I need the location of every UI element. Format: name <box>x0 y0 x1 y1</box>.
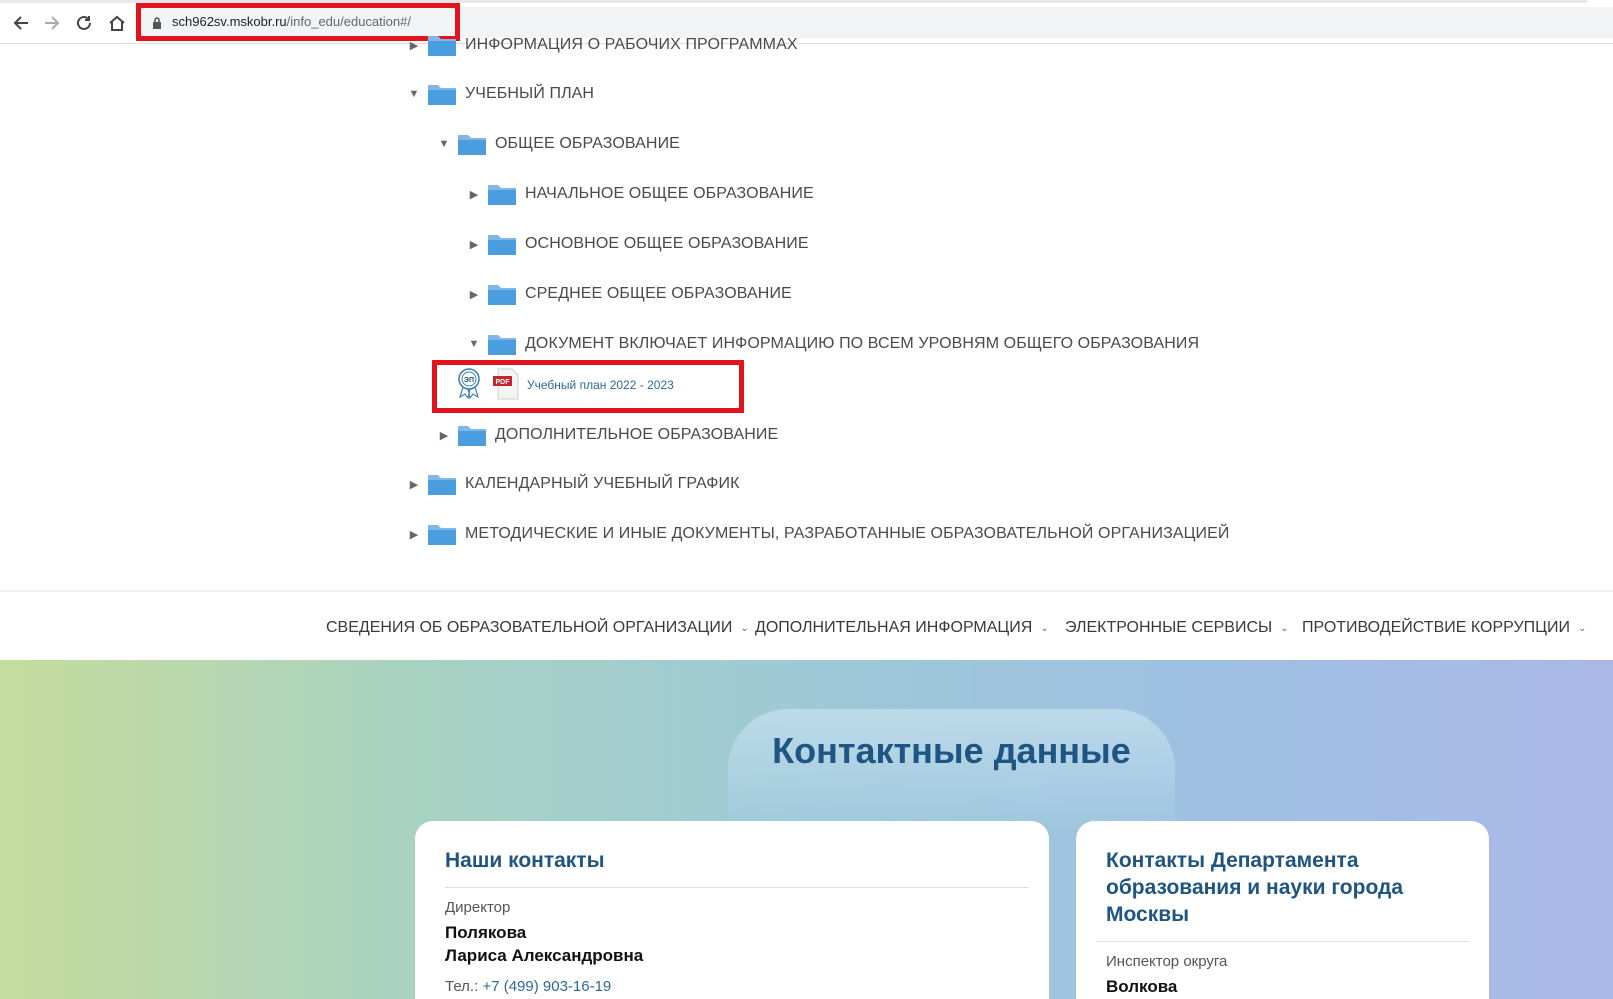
tree-node-label: ОСНОВНОЕ ОБЩЕЕ ОБРАЗОВАНИЕ <box>525 235 809 252</box>
contacts-heading: Контактные данные <box>772 730 1131 771</box>
divider <box>445 887 1029 888</box>
our-contacts-card: Наши контакты Директор Полякова Лариса А… <box>415 821 1049 999</box>
contact-phone: Тел.: +7 (499) 903-16-19 <box>445 978 612 995</box>
tree-node-additional-education[interactable]: ▶ ДОПОЛНИТЕЛЬНОЕ ОБРАЗОВАНИЕ <box>437 420 778 450</box>
card-title-line: Контакты Департамента <box>1106 849 1359 872</box>
folder-icon <box>458 426 486 446</box>
expand-triangle-icon[interactable]: ▶ <box>467 237 481 251</box>
footer-navigation: СВЕДЕНИЯ ОБ ОБРАЗОВАТЕЛЬНОЙ ОРГАНИЗАЦИИ ⌄… <box>0 590 1613 662</box>
expand-triangle-icon[interactable]: ▶ <box>467 287 481 301</box>
tree-node-basic-education[interactable]: ▶ ОСНОВНОЕ ОБЩЕЕ ОБРАЗОВАНИЕ <box>467 229 809 259</box>
folder-icon <box>428 85 456 105</box>
folder-icon <box>488 235 516 255</box>
menu-additional-info[interactable]: ДОПОЛНИТЕЛЬНАЯ ИНФОРМАЦИЯ ⌄ <box>755 619 1049 637</box>
expand-triangle-icon[interactable]: ▶ <box>467 187 481 201</box>
divider <box>1096 941 1469 942</box>
expand-triangle-icon[interactable]: ▶ <box>407 38 421 52</box>
phone-link[interactable]: +7 (499) 903-16-19 <box>482 978 611 995</box>
tree-node-secondary-education[interactable]: ▶ СРЕДНЕЕ ОБЩЕЕ ОБРАЗОВАНИЕ <box>467 279 792 309</box>
collapse-triangle-icon[interactable]: ▼ <box>407 87 421 101</box>
tree-node-label: ДОПОЛНИТЕЛЬНОЕ ОБРАЗОВАНИЕ <box>495 426 779 443</box>
reload-icon[interactable] <box>73 12 95 34</box>
tree-node-curriculum[interactable]: ▼ УЧЕБНЫЙ ПЛАН <box>407 79 594 109</box>
collapse-triangle-icon[interactable]: ▼ <box>437 137 451 151</box>
back-arrow-icon[interactable] <box>10 12 32 34</box>
collapse-triangle-icon[interactable]: ▼ <box>467 337 481 351</box>
contact-name: Лариса Александровна <box>445 946 644 965</box>
tree-node-label: ОБЩЕЕ ОБРАЗОВАНИЕ <box>495 135 680 152</box>
folder-icon <box>428 36 456 56</box>
expand-triangle-icon[interactable]: ▶ <box>407 527 421 541</box>
contact-name: Волкова <box>1106 977 1178 996</box>
folder-icon <box>488 185 516 205</box>
expand-triangle-icon[interactable]: ▶ <box>437 428 451 442</box>
card-title-line: образования и науки города <box>1106 876 1404 899</box>
card-title-line: Москвы <box>1106 903 1190 926</box>
tree-node-label: СРЕДНЕЕ ОБЩЕЕ ОБРАЗОВАНИЕ <box>525 285 792 302</box>
menu-anti-corruption[interactable]: ПРОТИВОДЕЙСТВИЕ КОРРУПЦИИ ⌄ <box>1302 619 1586 637</box>
tree-node-label: МЕТОДИЧЕСКИЕ И ИНЫЕ ДОКУМЕНТЫ, РАЗРАБОТА… <box>465 525 1230 542</box>
department-contacts-card: Контакты Департамента образования и наук… <box>1076 821 1489 999</box>
chevron-down-icon: ⌄ <box>1280 622 1289 634</box>
tree-node-general-education[interactable]: ▼ ОБЩЕЕ ОБРАЗОВАНИЕ <box>437 129 680 159</box>
expand-triangle-icon[interactable]: ▶ <box>407 477 421 491</box>
home-icon[interactable] <box>106 12 128 34</box>
menu-org-info[interactable]: СВЕДЕНИЯ ОБ ОБРАЗОВАТЕЛЬНОЙ ОРГАНИЗАЦИИ ⌄ <box>326 619 749 637</box>
tree-node-primary-education[interactable]: ▶ НАЧАЛЬНОЕ ОБЩЕЕ ОБРАЗОВАНИЕ <box>467 179 814 209</box>
chevron-down-icon: ⌄ <box>1040 622 1049 634</box>
folder-icon <box>488 335 516 355</box>
tree-node-label: УЧЕБНЫЙ ПЛАН <box>465 85 595 102</box>
contact-role: Директор <box>445 899 511 916</box>
tree-node-label: ИНФОРМАЦИЯ О РАБОЧИХ ПРОГРАММАХ <box>465 36 798 53</box>
folder-icon <box>488 285 516 305</box>
tree-node-methodical-documents[interactable]: ▶ МЕТОДИЧЕСКИЕ И ИНЫЕ ДОКУМЕНТЫ, РАЗРАБО… <box>407 519 1230 549</box>
chevron-down-icon: ⌄ <box>1577 622 1587 634</box>
tree-node-label: ДОКУМЕНТ ВКЛЮЧАЕТ ИНФОРМАЦИЮ ПО ВСЕМ УРО… <box>525 335 1200 352</box>
tree-node-label: НАЧАЛЬНОЕ ОБЩЕЕ ОБРАЗОВАНИЕ <box>525 185 814 202</box>
document-highlight-box <box>432 360 744 413</box>
tree-node-label: КАЛЕНДАРНЫЙ УЧЕБНЫЙ ГРАФИК <box>465 475 740 492</box>
tree-node-all-levels-document[interactable]: ▼ ДОКУМЕНТ ВКЛЮЧАЕТ ИНФОРМАЦИЮ ПО ВСЕМ У… <box>467 329 1199 359</box>
menu-electronic-services[interactable]: ЭЛЕКТРОННЫЕ СЕРВИСЫ ⌄ <box>1065 619 1289 637</box>
contact-role: Инспектор округа <box>1106 953 1228 970</box>
forward-arrow-icon[interactable] <box>41 12 63 34</box>
folder-icon <box>428 475 456 495</box>
tree-node-academic-calendar[interactable]: ▶ КАЛЕНДАРНЫЙ УЧЕБНЫЙ ГРАФИК <box>407 469 740 499</box>
tree-node-work-programs[interactable]: ▶ ИНФОРМАЦИЯ О РАБОЧИХ ПРОГРАММАХ <box>407 30 798 60</box>
card-title: Наши контакты <box>445 849 605 872</box>
folder-icon <box>458 135 486 155</box>
contact-name: Полякова <box>445 923 527 942</box>
folder-icon <box>428 525 456 545</box>
chevron-down-icon: ⌄ <box>740 622 749 634</box>
